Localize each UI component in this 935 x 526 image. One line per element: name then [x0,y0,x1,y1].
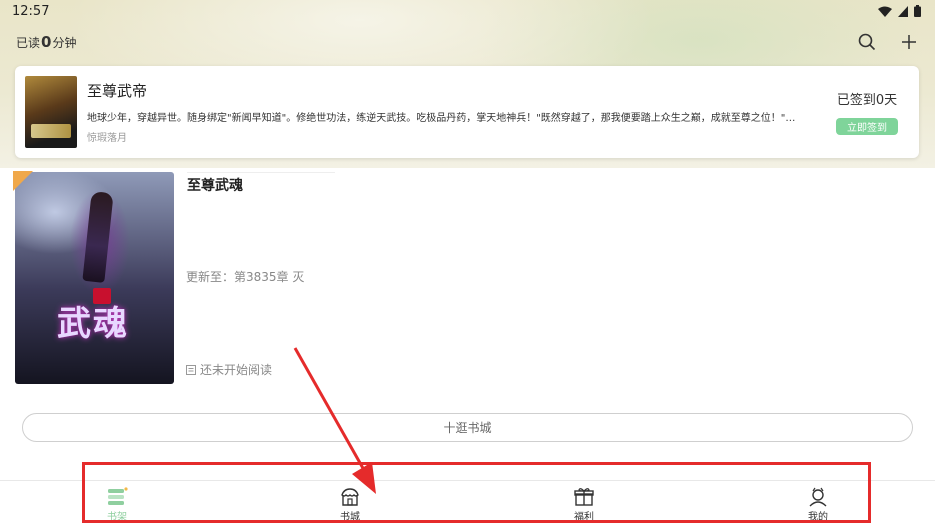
nav-item-store[interactable]: 书城 [320,487,380,523]
nav-label-profile: 我的 [808,512,828,523]
cellular-icon [898,5,908,17]
shelf-book-cover[interactable]: 武魂 [15,172,174,384]
recommended-book-description: 地球少年，穿越异世。随身绑定"新闻早知道"。修绝世功法，练逆天武技。吃极品丹药，… [87,113,796,124]
shelf-book-title[interactable]: 至尊武魂 [187,175,243,195]
sign-in-status: 已签到0天 [836,93,898,108]
book-progress-icon [186,364,196,375]
status-icons [878,5,921,17]
cover-figure-art [82,191,114,283]
top-header: 已读 0 分钟 [16,30,919,54]
search-icon [858,33,876,51]
wifi-icon [878,6,892,17]
sign-in-panel: 已签到0天 立即签到 [827,89,907,135]
reading-time-value: 0 [41,33,52,51]
reading-time-prefix: 已读 [16,36,41,50]
status-bar: 12:57 [0,0,935,22]
bookshelf-icon [108,487,128,505]
reading-time-suffix: 分钟 [52,36,77,50]
shelf-book-progress: 还未开始阅读 [186,361,272,378]
browse-store-button[interactable]: 十逛书城 [22,413,913,442]
bottom-nav: 书架 书城 福利 我的 [0,481,935,526]
reading-time: 已读 0 分钟 [16,33,76,51]
recommended-book-card[interactable]: 至尊武帝 地球少年，穿越异世。随身绑定"新闻早知道"。修绝世功法，练逆天武技。吃… [15,66,919,158]
sign-in-button[interactable]: 立即签到 [836,118,898,135]
nav-label-welfare: 福利 [574,512,594,523]
header-actions [857,32,919,52]
recommended-book-info: 至尊武帝 地球少年，穿越异世。随身绑定"新闻早知道"。修绝世功法，练逆天武技。吃… [87,80,819,144]
nav-label-store: 书城 [340,512,360,523]
shelf-book-progress-text: 还未开始阅读 [200,363,273,377]
plus-icon [902,35,916,49]
store-icon [341,488,359,506]
shelf-book-update: 更新至：第3835章 灭 [186,270,305,284]
corner-tag-icon [13,171,33,191]
cover-logo-text: 武魂 [57,303,129,344]
recommended-book-title[interactable]: 至尊武帝 [87,80,819,101]
nav-label-bookshelf: 书架 [107,512,127,523]
recommended-book-author: 惊瑕落月 [87,133,127,144]
shelf-book-item[interactable]: 武魂 至尊武魂 更新至：第3835章 灭 还未开始阅读 [13,171,335,384]
gift-icon [574,488,594,506]
status-time: 12:57 [12,3,50,19]
nav-item-profile[interactable]: 我的 [788,487,848,523]
book-divider [187,172,335,173]
nav-item-bookshelf[interactable]: 书架 [87,487,147,523]
nav-item-welfare[interactable]: 福利 [554,487,614,523]
battery-icon [914,5,921,17]
add-button[interactable] [899,32,919,52]
search-button[interactable] [857,32,877,52]
profile-icon [809,487,827,507]
recommended-book-cover[interactable] [25,76,77,148]
